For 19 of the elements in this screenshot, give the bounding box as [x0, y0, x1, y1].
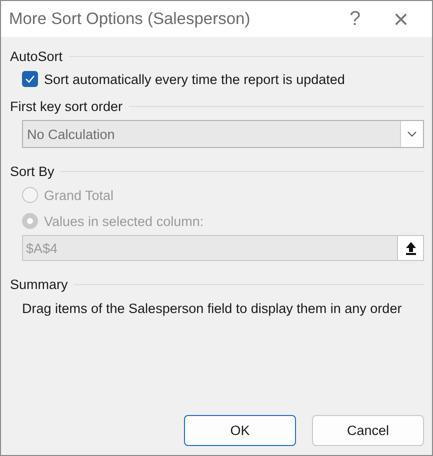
section-heading: First key sort order	[10, 98, 123, 114]
dialog-button[interactable]: Cancel	[312, 415, 424, 446]
upload-arrow-icon	[406, 242, 416, 254]
section-heading: Summary	[10, 276, 68, 292]
checkbox[interactable]	[22, 71, 38, 87]
help-button[interactable]: ?	[332, 8, 378, 30]
radio-label: Grand Total	[44, 188, 114, 202]
summary-text: Drag items of the Salesperson field to display them in any order	[22, 301, 402, 316]
section-heading: AutoSort	[10, 48, 63, 64]
sort-order-dropdown[interactable]: No Calculation	[22, 120, 424, 148]
close-button[interactable]: ×	[378, 4, 424, 34]
check-icon	[25, 75, 35, 83]
collapse-dialog-button[interactable]	[397, 235, 424, 261]
window-title: More Sort Options (Salesperson)	[9, 10, 252, 28]
section-heading: Sort By	[10, 164, 54, 178]
checkbox-label: Sort automatically every time the report is updated	[44, 72, 345, 86]
radio-label: Values in selected column:	[44, 214, 204, 228]
dialog-button[interactable]: OK	[184, 415, 296, 446]
chevron-down-icon	[400, 121, 423, 147]
